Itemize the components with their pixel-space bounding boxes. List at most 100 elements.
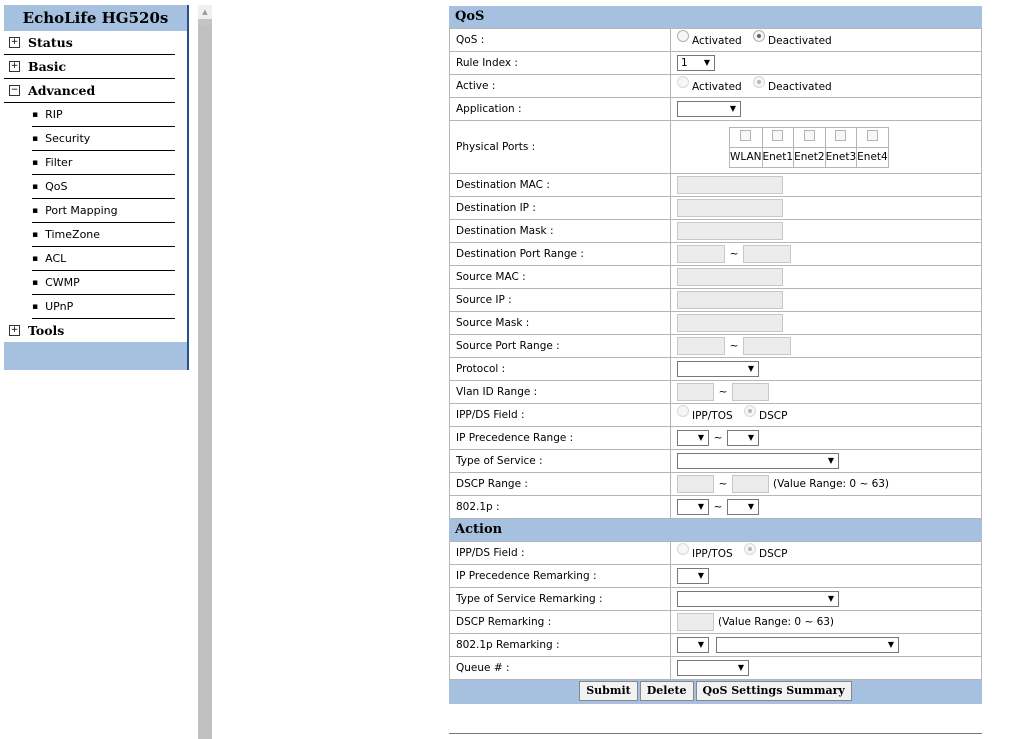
radio-label: IPP/TOS — [692, 410, 733, 422]
ipp-tos-radio[interactable] — [677, 405, 689, 417]
sidebar-item-label: Status — [28, 35, 73, 50]
radio-label: DSCP — [759, 548, 788, 560]
dest-ip-input[interactable] — [677, 199, 783, 217]
sidebar-item-label: Tools — [28, 323, 65, 338]
dot1p-end-select[interactable]: ▼ — [727, 499, 759, 515]
dest-mask-input[interactable] — [677, 222, 783, 240]
enet1-checkbox[interactable] — [772, 130, 784, 141]
action-ippds-field-label: IPP/DS Field : — [449, 541, 671, 565]
tos-remarking-select[interactable]: ▼ — [677, 591, 839, 607]
dscp-range-hint: (Value Range: 0 ~ 63) — [773, 478, 890, 490]
sidebar-item-label: Port Mapping — [45, 204, 118, 217]
rule-index-select[interactable]: 1 ▼ — [677, 55, 715, 71]
dot1p-remarking-value-select[interactable]: ▼ — [716, 637, 899, 653]
vlan-end-input[interactable] — [732, 383, 769, 401]
qos-settings-summary-button[interactable]: QoS Settings Summary — [695, 681, 852, 701]
dest-port-end-input[interactable] — [743, 245, 791, 263]
sidebar-item-label: Advanced — [28, 83, 96, 98]
scroll-thumb[interactable] — [198, 25, 212, 739]
dest-port-range-label: Destination Port Range : — [449, 242, 671, 266]
sidebar-item-label: TimeZone — [45, 228, 101, 241]
sidebar-item-port-mapping[interactable]: ▪ Port Mapping — [32, 199, 175, 223]
enet2-checkbox[interactable] — [803, 130, 815, 141]
ip-precedence-end-select[interactable]: ▼ — [727, 430, 759, 446]
dest-mac-input[interactable] — [677, 176, 783, 194]
bullet-icon: ▪ — [32, 157, 39, 168]
delete-button[interactable]: Delete — [639, 681, 694, 701]
action-ipp-tos-radio[interactable] — [677, 543, 689, 555]
qos-deactivated-radio[interactable] — [753, 30, 766, 42]
bullet-icon: ▪ — [32, 301, 39, 312]
active-deactivated-radio[interactable] — [753, 76, 766, 88]
sidebar-item-acl[interactable]: ▪ ACL — [32, 247, 175, 271]
enet3-checkbox[interactable] — [835, 130, 847, 141]
wlan-checkbox[interactable] — [740, 130, 752, 141]
src-ip-input[interactable] — [677, 291, 783, 309]
ip-precedence-start-select[interactable]: ▼ — [677, 430, 709, 446]
sidebar-item-qos[interactable]: ▪ QoS — [32, 175, 175, 199]
enet4-checkbox[interactable] — [866, 130, 878, 141]
tilde-separator: ~ — [718, 386, 728, 398]
application-select[interactable]: ▼ — [677, 101, 741, 117]
radio-label: Activated — [692, 81, 742, 93]
active-activated-radio[interactable] — [677, 76, 689, 88]
bullet-icon: ▪ — [32, 253, 39, 264]
src-port-start-input[interactable] — [677, 337, 725, 355]
ip-precedence-remarking-select[interactable]: ▼ — [677, 568, 709, 584]
expand-icon[interactable]: + — [9, 325, 20, 336]
sidebar-item-timezone[interactable]: ▪ TimeZone — [32, 223, 175, 247]
dscp-end-input[interactable] — [732, 475, 769, 493]
scrollbar[interactable]: ▲ — [198, 5, 212, 739]
tilde-separator: ~ — [729, 340, 739, 352]
expand-icon[interactable]: + — [9, 61, 20, 72]
radio-label: DSCP — [759, 410, 788, 422]
src-mask-input[interactable] — [677, 314, 783, 332]
type-of-service-label: Type of Service : — [449, 449, 671, 473]
collapse-icon[interactable]: − — [9, 85, 20, 96]
dscp-radio[interactable] — [744, 405, 756, 417]
dropdown-arrow-icon: ▼ — [747, 433, 754, 442]
src-port-end-input[interactable] — [743, 337, 791, 355]
submit-button[interactable]: Submit — [579, 681, 638, 701]
sidebar-item-tools[interactable]: + Tools — [4, 319, 175, 342]
port-cell — [793, 126, 826, 148]
dot1p-start-select[interactable]: ▼ — [677, 499, 709, 515]
sidebar-item-label: Basic — [28, 59, 67, 74]
expand-icon[interactable]: + — [9, 37, 20, 48]
src-ip-label: Source IP : — [449, 288, 671, 312]
sidebar-item-filter[interactable]: ▪ Filter — [32, 151, 175, 175]
sidebar-item-security[interactable]: ▪ Security — [32, 127, 175, 151]
sidebar-item-advanced[interactable]: − Advanced — [4, 79, 175, 103]
src-mac-label: Source MAC : — [449, 265, 671, 289]
qos-activated-radio[interactable] — [677, 30, 689, 42]
sidebar-item-rip[interactable]: ▪ RIP — [32, 103, 175, 127]
sidebar-item-status[interactable]: + Status — [4, 31, 175, 55]
vlan-range-label: Vlan ID Range : — [449, 380, 671, 404]
qos-label: QoS : — [449, 28, 671, 52]
scroll-up-icon[interactable]: ▲ — [198, 5, 212, 19]
sidebar-item-basic[interactable]: + Basic — [4, 55, 175, 79]
dot1p-remarking-select[interactable]: ▼ — [677, 637, 709, 653]
sidebar-item-label: ACL — [45, 252, 67, 265]
queue-select[interactable]: ▼ — [677, 660, 749, 676]
src-mac-input[interactable] — [677, 268, 783, 286]
type-of-service-select[interactable]: ▼ — [677, 453, 839, 469]
port-cell — [761, 126, 795, 148]
select-value — [678, 103, 681, 115]
sidebar: EchoLife HG520s + Status + Basic − Advan… — [4, 5, 189, 370]
sidebar-item-label: Security — [45, 132, 91, 145]
vlan-start-input[interactable] — [677, 383, 714, 401]
sidebar-item-cwmp[interactable]: ▪ CWMP — [32, 271, 175, 295]
dropdown-arrow-icon: ▼ — [737, 663, 744, 672]
dscp-start-input[interactable] — [677, 475, 714, 493]
dest-mac-label: Destination MAC : — [449, 173, 671, 197]
sidebar-item-label: RIP — [45, 108, 63, 121]
dscp-remarking-label: DSCP Remarking : — [449, 610, 671, 634]
protocol-select[interactable]: ▼ — [677, 361, 759, 377]
sidebar-item-upnp[interactable]: ▪ UPnP — [32, 295, 175, 319]
action-dscp-radio[interactable] — [744, 543, 756, 555]
tilde-separator: ~ — [729, 248, 739, 260]
dscp-remarking-input[interactable] — [677, 613, 714, 631]
dest-port-start-input[interactable] — [677, 245, 725, 263]
dropdown-arrow-icon: ▼ — [697, 433, 704, 442]
